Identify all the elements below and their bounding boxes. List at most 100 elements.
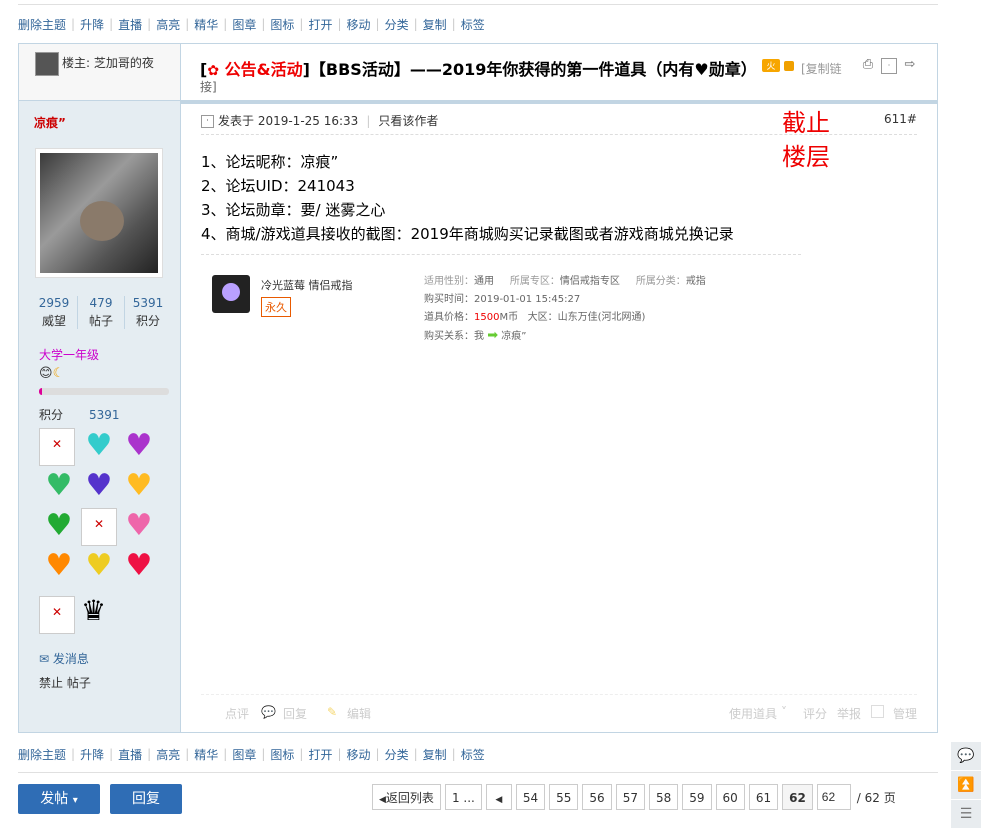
stat-prestige[interactable]: 2959 威望 <box>31 296 78 329</box>
use-item-link[interactable]: 使用道具 <box>729 705 777 722</box>
mod-open[interactable]: 打开 <box>308 16 332 33</box>
new-post-button[interactable]: 发帖 ▾ <box>18 784 100 814</box>
mod-copy[interactable]: 复制 <box>423 746 447 763</box>
doc-icon[interactable]: · <box>881 58 897 74</box>
page-link[interactable]: 57 <box>615 784 645 810</box>
thread-title-row: [✿ 公告&活动]【BBS活动】——2019年你获得的第一件道具（内有♥勋章） … <box>181 44 937 104</box>
user-level[interactable]: 大学一年级 <box>39 346 99 363</box>
score-link[interactable]: 评分 <box>803 705 827 722</box>
op-avatar[interactable] <box>35 52 59 76</box>
zone-label: 所属专区： <box>509 276 560 287</box>
share-arrow-icon[interactable]: ⇨ <box>903 58 917 72</box>
item-name: 冷光蓝莓 情侣戒指 <box>261 279 353 292</box>
mod-raise-lower[interactable]: 升降 <box>80 746 104 763</box>
mod-move[interactable]: 移动 <box>347 746 371 763</box>
manage-checkbox[interactable] <box>871 705 884 718</box>
page-link[interactable]: 58 <box>648 784 679 810</box>
page-link[interactable]: 55 <box>549 784 579 810</box>
heart-medal-icon[interactable]: ♥ <box>81 468 117 504</box>
print-icon[interactable]: ⎙ <box>861 58 875 72</box>
copy-link-tail[interactable]: 接] <box>200 78 217 95</box>
thread-title: [✿ 公告&活动]【BBS活动】——2019年你获得的第一件道具（内有♥勋章） <box>200 56 757 80</box>
mod-delete-thread[interactable]: 删除主题 <box>18 16 66 33</box>
smiley-icon: 😊 <box>39 366 53 381</box>
mod-open[interactable]: 打开 <box>308 746 332 763</box>
gender-label: 适用性别： <box>424 276 474 287</box>
op-label[interactable]: 楼主: 芝加哥的夜 <box>62 54 154 71</box>
heart-medal-icon[interactable]: ♥ <box>41 548 77 584</box>
divider: | <box>185 747 190 761</box>
mod-icon[interactable]: 图标 <box>270 746 294 763</box>
copy-link[interactable]: [复制链 <box>801 60 842 77</box>
author-avatar[interactable] <box>35 148 163 278</box>
heart-medal-icon[interactable]: ♥ <box>121 508 157 544</box>
heart-medal-icon[interactable]: ♥ <box>121 428 157 464</box>
author-name[interactable]: 凉痕” <box>34 114 66 131</box>
mod-classify[interactable]: 分类 <box>385 16 409 33</box>
stat-value: 5391 <box>132 296 164 310</box>
floor-number[interactable]: 611# <box>884 112 917 126</box>
stat-value: 479 <box>89 296 113 310</box>
page-link[interactable]: 54 <box>515 784 546 810</box>
page-jump-input[interactable] <box>816 784 851 810</box>
divider: | <box>337 747 342 761</box>
send-message-link[interactable]: ✉ 发消息 <box>39 650 89 667</box>
mod-delete-thread[interactable]: 删除主题 <box>18 746 66 763</box>
reply-button[interactable]: 回复 <box>110 784 182 814</box>
list-icon[interactable]: ☰ <box>951 800 981 829</box>
mod-stamp[interactable]: 图章 <box>232 746 256 763</box>
stat-points[interactable]: 5391 积分 <box>125 296 171 329</box>
mod-copy[interactable]: 复制 <box>423 16 447 33</box>
stat-value: 2959 <box>38 296 70 310</box>
level-progress-fill <box>39 388 42 395</box>
page-link[interactable]: 60 <box>715 784 745 810</box>
relation-from: 我 <box>474 331 484 342</box>
chat-bubble-icon[interactable]: 💬 <box>951 742 981 771</box>
mod-digest[interactable]: 精华 <box>194 746 218 763</box>
broken-medal-icon[interactable]: ✕ <box>39 596 75 634</box>
page-link[interactable]: 59 <box>682 784 712 810</box>
heart-medal-icon[interactable]: ♥ <box>81 428 117 464</box>
mod-stamp[interactable]: 图章 <box>232 16 256 33</box>
rate-link[interactable]: 点评 <box>225 705 249 722</box>
mod-icon[interactable]: 图标 <box>270 16 294 33</box>
mod-move[interactable]: 移动 <box>347 16 371 33</box>
page-prev-button[interactable]: ◀ <box>485 784 512 810</box>
mod-tag[interactable]: 标签 <box>461 16 485 33</box>
reply-link[interactable]: 回复 <box>283 705 307 722</box>
back-to-list-button[interactable]: ◀返回列表 <box>372 784 441 810</box>
heart-medal-icon[interactable]: ♥ <box>41 468 77 504</box>
heart-medal-icon[interactable]: ♥ <box>121 548 157 584</box>
item-duration-badge: 永久 <box>261 297 291 317</box>
title-tools: ⎙ · ⇨ <box>861 58 917 74</box>
thread-category[interactable]: 公告&活动 <box>225 60 303 79</box>
edit-link[interactable]: 编辑 <box>347 705 371 722</box>
crown-medal-icon[interactable]: ♛ <box>81 594 106 627</box>
heart-medal-icon[interactable]: ♥ <box>81 548 117 584</box>
gender-value: 通用 <box>474 276 494 287</box>
page-link[interactable]: 56 <box>582 784 612 810</box>
mod-classify[interactable]: 分类 <box>385 746 409 763</box>
mod-live[interactable]: 直播 <box>118 16 142 33</box>
broken-medal-icon[interactable]: ✕ <box>81 508 117 546</box>
heart-medal-icon[interactable]: ♥ <box>121 468 157 504</box>
page-link[interactable]: 61 <box>748 784 779 810</box>
mod-highlight[interactable]: 高亮 <box>156 746 180 763</box>
ban-post-link[interactable]: 禁止 帖子 <box>39 674 91 691</box>
mod-tag[interactable]: 标签 <box>461 746 485 763</box>
broken-medal-icon[interactable]: ✕ <box>39 428 75 466</box>
back-to-top-icon[interactable]: ⏫ <box>951 771 981 800</box>
mod-highlight[interactable]: 高亮 <box>156 16 180 33</box>
price-label: 道具价格： <box>424 312 474 323</box>
page-first[interactable]: 1 ... <box>444 784 482 810</box>
mod-live[interactable]: 直播 <box>118 746 142 763</box>
cutoff-line: 楼层 <box>782 143 830 171</box>
report-link[interactable]: 举报 <box>837 705 861 722</box>
mod-digest[interactable]: 精华 <box>194 16 218 33</box>
manage-link[interactable]: 管理 <box>893 705 917 722</box>
stat-posts[interactable]: 479 帖子 <box>78 296 125 329</box>
only-author-link[interactable]: 只看该作者 <box>378 114 438 128</box>
post-line: 1、论坛昵称：凉痕” <box>201 153 339 171</box>
heart-medal-icon[interactable]: ♥ <box>41 508 77 544</box>
mod-raise-lower[interactable]: 升降 <box>80 16 104 33</box>
